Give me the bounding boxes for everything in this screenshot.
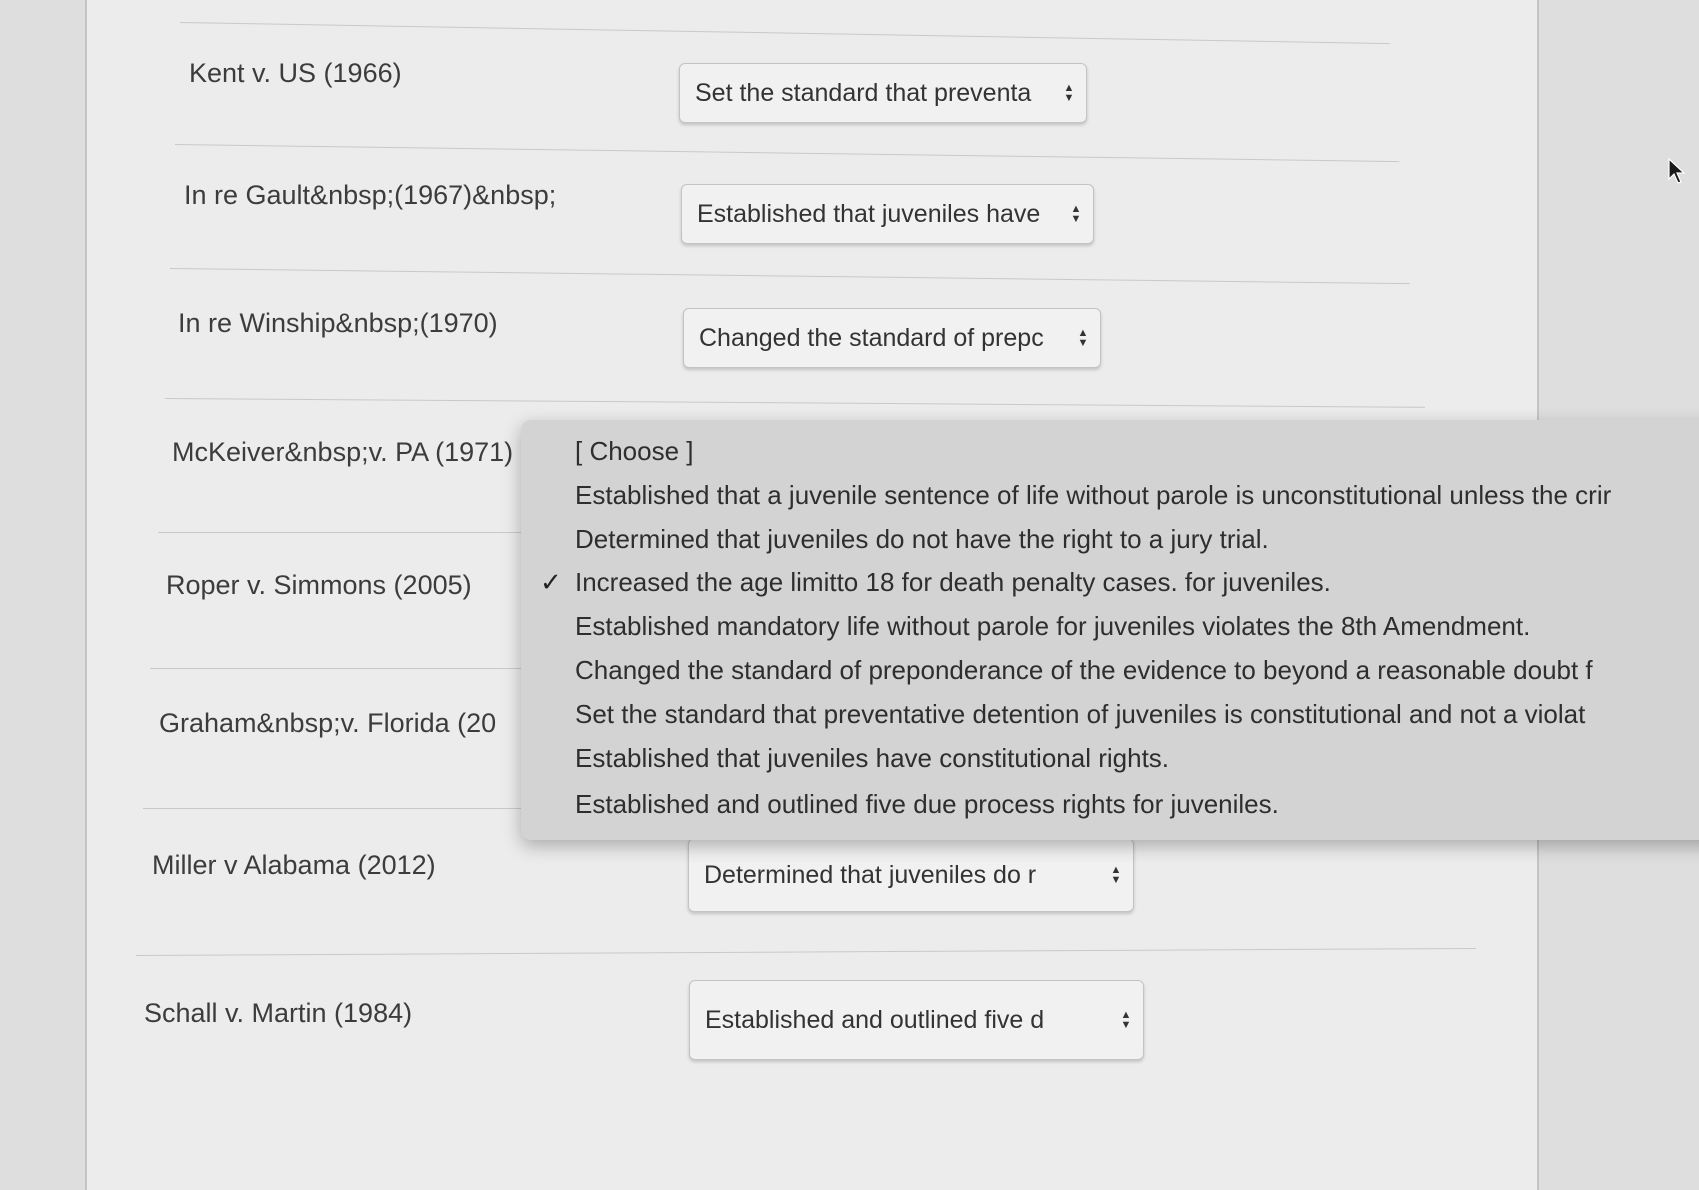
dropdown-option[interactable]: Established mandatory life without parol…	[575, 611, 1530, 642]
select-value: Determined that juveniles do r	[704, 860, 1037, 889]
updown-arrows-icon: ▲ ▼	[1120, 1009, 1132, 1031]
dropdown-option[interactable]: Established that juveniles have constitu…	[575, 743, 1169, 774]
case-label-kent: Kent v. US (1966)	[189, 58, 402, 88]
updown-arrows-icon: ▲ ▼	[1077, 327, 1089, 349]
dropdown-option[interactable]: Established that a juvenile sentence of …	[575, 480, 1611, 511]
answer-dropdown-menu: [ Choose ] Established that a juvenile s…	[521, 420, 1699, 840]
dropdown-option[interactable]: Changed the standard of preponderance of…	[575, 655, 1593, 686]
dropdown-option[interactable]: Established and outlined five due proces…	[575, 789, 1279, 820]
select-value: Set the standard that preventa	[695, 78, 1032, 107]
answer-select-kent[interactable]: Set the standard that preventa ▲ ▼	[679, 63, 1087, 123]
select-value: Established that juveniles have	[697, 199, 1041, 228]
mouse-pointer-icon	[1668, 158, 1686, 184]
answer-select-gault[interactable]: Established that juveniles have ▲ ▼	[681, 184, 1094, 244]
answer-select-schall[interactable]: Established and outlined five d ▲ ▼	[689, 980, 1144, 1060]
case-label-winship: In re Winship&nbsp;(1970)	[178, 308, 498, 338]
case-label-miller: Miller v Alabama (2012)	[152, 850, 436, 880]
updown-arrows-icon: ▲ ▼	[1070, 203, 1082, 225]
answer-select-miller[interactable]: Determined that juveniles do r ▲ ▼	[688, 838, 1134, 912]
dropdown-option[interactable]: Determined that juveniles do not have th…	[575, 524, 1269, 555]
dropdown-option-selected[interactable]: Increased the age limitto 18 for death p…	[575, 567, 1331, 598]
row-divider	[143, 808, 528, 809]
select-value: Established and outlined five d	[705, 1005, 1045, 1034]
case-label-schall: Schall v. Martin (1984)	[144, 998, 413, 1028]
case-label-mckeiver: McKeiver&nbsp;v. PA (1971)	[172, 437, 514, 467]
row-divider	[158, 532, 528, 533]
row-divider	[150, 668, 530, 669]
select-value: Changed the standard of prepc	[699, 323, 1044, 352]
answer-select-winship[interactable]: Changed the standard of prepc ▲ ▼	[683, 308, 1101, 368]
case-label-graham: Graham&nbsp;v. Florida (20	[159, 708, 497, 738]
dropdown-option[interactable]: Set the standard that preventative deten…	[575, 699, 1585, 730]
updown-arrows-icon: ▲ ▼	[1110, 864, 1122, 886]
case-label-gault: In re Gault&nbsp;(1967)&nbsp;	[184, 180, 557, 210]
updown-arrows-icon: ▲ ▼	[1063, 82, 1075, 104]
dropdown-option-choose[interactable]: [ Choose ]	[575, 436, 694, 467]
case-label-roper: Roper v. Simmons (2005)	[166, 570, 472, 600]
checkmark-icon: ✓	[540, 567, 562, 597]
